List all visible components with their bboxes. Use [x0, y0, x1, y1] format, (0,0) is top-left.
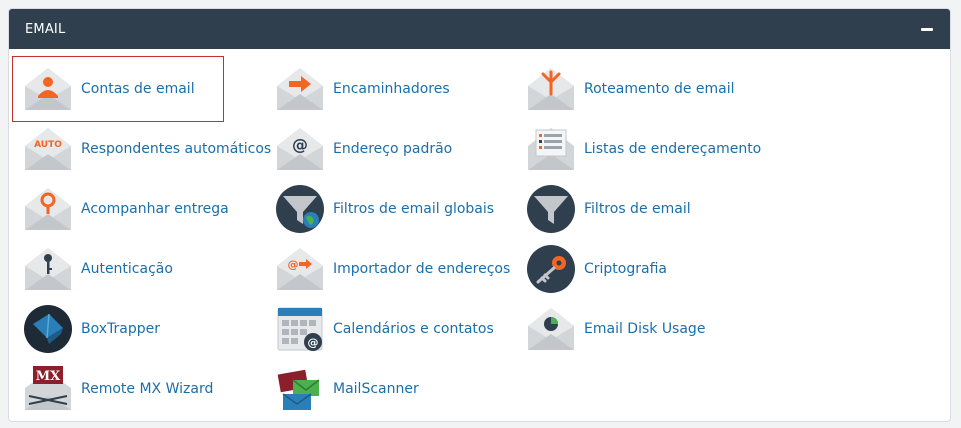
tool-contas-de-email[interactable]: Contas de email	[12, 56, 224, 122]
auto-envelope-icon: AUTO	[25, 128, 71, 170]
at-envelope-icon: @	[277, 128, 323, 170]
tool-label[interactable]: Filtros de email globais	[333, 201, 494, 217]
global-filter-icon	[276, 185, 324, 233]
email-panel: EMAIL Contas de email Encaminhadores Rot…	[8, 8, 951, 422]
svg-text:MX: MX	[36, 369, 61, 384]
tool-label[interactable]: Acompanhar entrega	[81, 201, 229, 217]
minus-icon[interactable]	[920, 22, 934, 36]
tool-label[interactable]: Respondentes automáticos	[81, 141, 271, 157]
pin-envelope-icon	[25, 188, 71, 230]
tool-boxtrapper[interactable]: BoxTrapper	[23, 301, 160, 357]
tool-label[interactable]: Email Disk Usage	[584, 321, 705, 337]
tool-label[interactable]: Roteamento de email	[584, 81, 735, 97]
tool-importador-de-enderecos[interactable]: @ Importador de endereços	[275, 241, 510, 297]
filter-icon	[527, 185, 575, 233]
tool-endereco-padrao[interactable]: @ Endereço padrão	[275, 121, 452, 177]
tool-label[interactable]: Listas de endereçamento	[584, 141, 761, 157]
tool-autenticacao[interactable]: Autenticação	[23, 241, 173, 297]
list-envelope-icon	[528, 128, 574, 170]
encryption-key-icon	[527, 245, 575, 293]
tool-label[interactable]: Calendários e contatos	[333, 321, 494, 337]
tool-acompanhar-entrega[interactable]: Acompanhar entrega	[23, 181, 229, 237]
svg-text:@: @	[288, 258, 299, 271]
tool-mailscanner[interactable]: MailScanner	[275, 361, 419, 417]
disk-usage-envelope-icon	[528, 308, 574, 350]
tool-label[interactable]: Importador de endereços	[333, 261, 510, 277]
tool-label[interactable]: MailScanner	[333, 381, 419, 397]
panel-title: EMAIL	[25, 21, 66, 37]
import-envelope-icon: @	[277, 248, 323, 290]
svg-text:@: @	[292, 135, 308, 154]
mailscanner-icon	[277, 369, 320, 410]
tool-label[interactable]: Filtros de email	[584, 201, 691, 217]
key-envelope-icon	[25, 248, 71, 290]
calendar-icon: @	[277, 307, 323, 351]
boxtrapper-icon	[24, 305, 72, 353]
tool-label[interactable]: Autenticação	[81, 261, 173, 277]
tool-label[interactable]: Encaminhadores	[333, 81, 450, 97]
svg-text:AUTO: AUTO	[34, 140, 62, 150]
tool-email-disk-usage[interactable]: Email Disk Usage	[526, 301, 705, 357]
route-envelope-icon	[528, 68, 574, 110]
mx-wizard-icon: MX	[25, 366, 71, 410]
svg-text:@: @	[308, 336, 319, 349]
tool-label[interactable]: BoxTrapper	[81, 321, 160, 337]
tool-respondentes-automaticos[interactable]: AUTO Respondentes automáticos	[23, 121, 271, 177]
panel-header[interactable]: EMAIL	[9, 9, 950, 49]
tool-label[interactable]: Endereço padrão	[333, 141, 452, 157]
tool-label[interactable]: Remote MX Wizard	[81, 381, 213, 397]
tool-label[interactable]: Contas de email	[81, 81, 195, 97]
tool-criptografia[interactable]: Criptografia	[526, 241, 667, 297]
tool-encaminhadores[interactable]: Encaminhadores	[275, 61, 450, 117]
tool-listas-de-enderecamento[interactable]: Listas de endereçamento	[526, 121, 761, 177]
tool-remote-mx-wizard[interactable]: MX Remote MX Wizard	[23, 361, 213, 417]
tool-roteamento-de-email[interactable]: Roteamento de email	[526, 61, 735, 117]
tool-filtros-de-email[interactable]: Filtros de email	[526, 181, 691, 237]
tool-label[interactable]: Criptografia	[584, 261, 667, 277]
tool-calendarios-e-contatos[interactable]: @ Calendários e contatos	[275, 301, 494, 357]
user-envelope-icon	[25, 68, 71, 110]
tool-filtros-de-email-globais[interactable]: Filtros de email globais	[275, 181, 494, 237]
forward-envelope-icon	[277, 68, 323, 110]
